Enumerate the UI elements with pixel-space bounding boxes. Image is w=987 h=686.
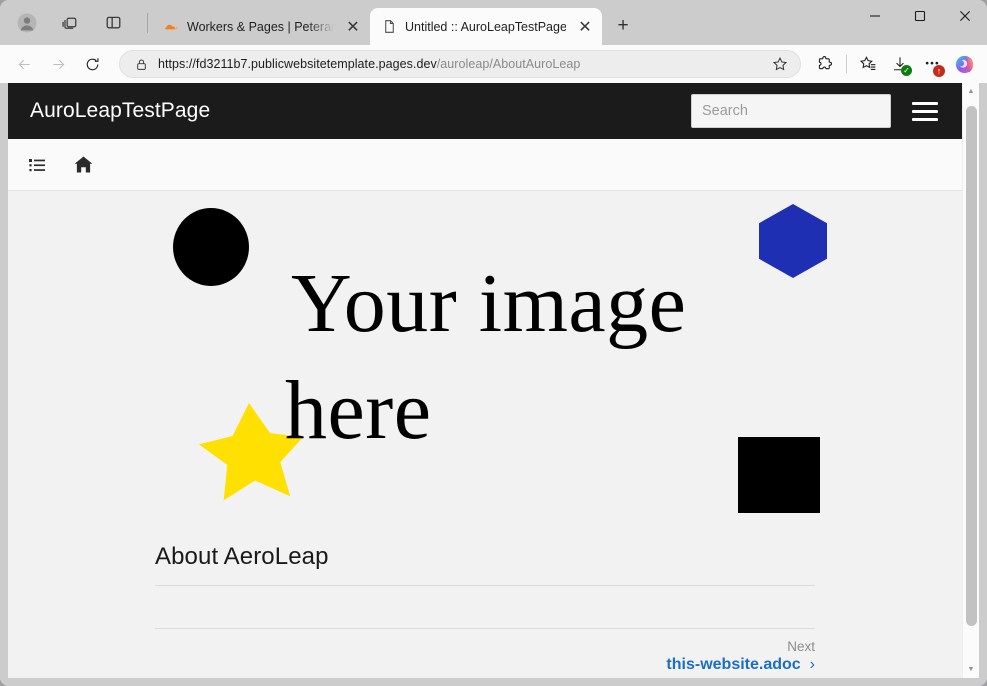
- next-page-block: Next this-website.adoc ›: [666, 639, 815, 674]
- profile-avatar[interactable]: [14, 10, 40, 36]
- article-body: Your image here About AeroLeap Next this…: [8, 195, 962, 678]
- extensions-icon[interactable]: [810, 49, 840, 79]
- browser-window: Workers & Pages | Peterandersjoh ✕ Untit…: [0, 0, 987, 686]
- page-title: About AeroLeap: [155, 535, 815, 585]
- site-header: AuroLeapTestPage: [8, 83, 962, 139]
- document-icon: [381, 19, 397, 35]
- window-controls: [852, 0, 987, 45]
- forward-button[interactable]: [42, 49, 74, 79]
- minimize-button[interactable]: [852, 0, 897, 32]
- scroll-up-arrow-icon[interactable]: ▲: [963, 83, 980, 100]
- shape-circle-icon: [173, 208, 249, 286]
- scroll-down-arrow-icon[interactable]: ▼: [963, 661, 980, 678]
- downloads-icon[interactable]: ✓: [885, 49, 915, 79]
- site-title: AuroLeapTestPage: [30, 99, 210, 123]
- search-input[interactable]: [691, 94, 891, 128]
- url-text: https://fd3211b7.publicwebsitetemplate.p…: [158, 57, 768, 71]
- address-bar[interactable]: https://fd3211b7.publicwebsitetemplate.p…: [119, 50, 801, 78]
- placeholder-image: Your image here: [155, 195, 835, 535]
- scrollbar-thumb[interactable]: [966, 106, 977, 626]
- secondary-navbar: [8, 139, 962, 191]
- placeholder-text-line2: here: [285, 357, 432, 465]
- scrollbar-track[interactable]: [963, 100, 980, 661]
- settings-more-icon[interactable]: ↑: [917, 49, 947, 79]
- back-button[interactable]: [8, 49, 40, 79]
- title-divider: [155, 585, 815, 586]
- download-complete-badge: ✓: [901, 65, 912, 76]
- browser-toolbar: https://fd3211b7.publicwebsitetemplate.p…: [0, 45, 987, 83]
- close-button[interactable]: [942, 0, 987, 32]
- new-tab-button[interactable]: +: [608, 11, 638, 41]
- placeholder-text-line1: Your image: [291, 250, 686, 358]
- copilot-icon[interactable]: [949, 49, 979, 79]
- next-label: Next: [787, 639, 815, 654]
- split-screen-icon[interactable]: [100, 10, 126, 36]
- padlock-icon: [132, 55, 150, 73]
- collections-icon[interactable]: [853, 49, 883, 79]
- browser-tab-inactive[interactable]: Workers & Pages | Peterandersjoh ✕: [152, 8, 370, 45]
- titlebar-left-icons: [0, 0, 152, 45]
- toolbar-divider: [846, 55, 847, 73]
- maximize-button[interactable]: [897, 0, 942, 32]
- toc-list-icon[interactable]: [24, 152, 50, 178]
- tab-collections-icon[interactable]: [57, 10, 83, 36]
- tab-title: Workers & Pages | Peterandersjoh: [187, 20, 334, 34]
- titlebar-divider: [147, 13, 148, 33]
- browser-tab-active[interactable]: Untitled :: AuroLeapTestPage ✕: [370, 8, 602, 45]
- url-path-part: /auroleap/AboutAuroLeap: [437, 57, 581, 71]
- hamburger-menu-icon[interactable]: [912, 102, 938, 121]
- web-page: AuroLeapTestPage: [8, 83, 962, 678]
- browser-viewport: AuroLeapTestPage: [0, 83, 987, 686]
- tab-strip: Workers & Pages | Peterandersjoh ✕ Untit…: [152, 0, 852, 45]
- home-icon[interactable]: [70, 152, 96, 178]
- tab-title: Untitled :: AuroLeapTestPage: [405, 20, 566, 34]
- next-page-link[interactable]: this-website.adoc: [666, 656, 800, 674]
- article-content: Your image here About AeroLeap Next this…: [155, 195, 815, 674]
- refresh-button[interactable]: [76, 49, 108, 79]
- browser-titlebar: Workers & Pages | Peterandersjoh ✕ Untit…: [0, 0, 987, 45]
- page-scrollbar[interactable]: ▲ ▼: [962, 83, 979, 678]
- tab-close-icon[interactable]: ✕: [342, 16, 364, 38]
- shape-square-icon: [738, 437, 820, 513]
- chevron-right-icon: ›: [810, 657, 815, 673]
- next-link-row[interactable]: this-website.adoc ›: [666, 656, 815, 674]
- tab-close-icon[interactable]: ✕: [574, 16, 596, 38]
- url-host-part: https://fd3211b7.publicwebsitetemplate.p…: [158, 57, 437, 71]
- site-header-right: [691, 94, 938, 128]
- shape-hexagon-icon: [759, 204, 827, 278]
- update-available-badge: ↑: [933, 65, 945, 77]
- star-outline-icon[interactable]: [768, 52, 792, 76]
- page-navigation: Next this-website.adoc ›: [155, 629, 815, 674]
- cloudflare-icon: [163, 19, 179, 35]
